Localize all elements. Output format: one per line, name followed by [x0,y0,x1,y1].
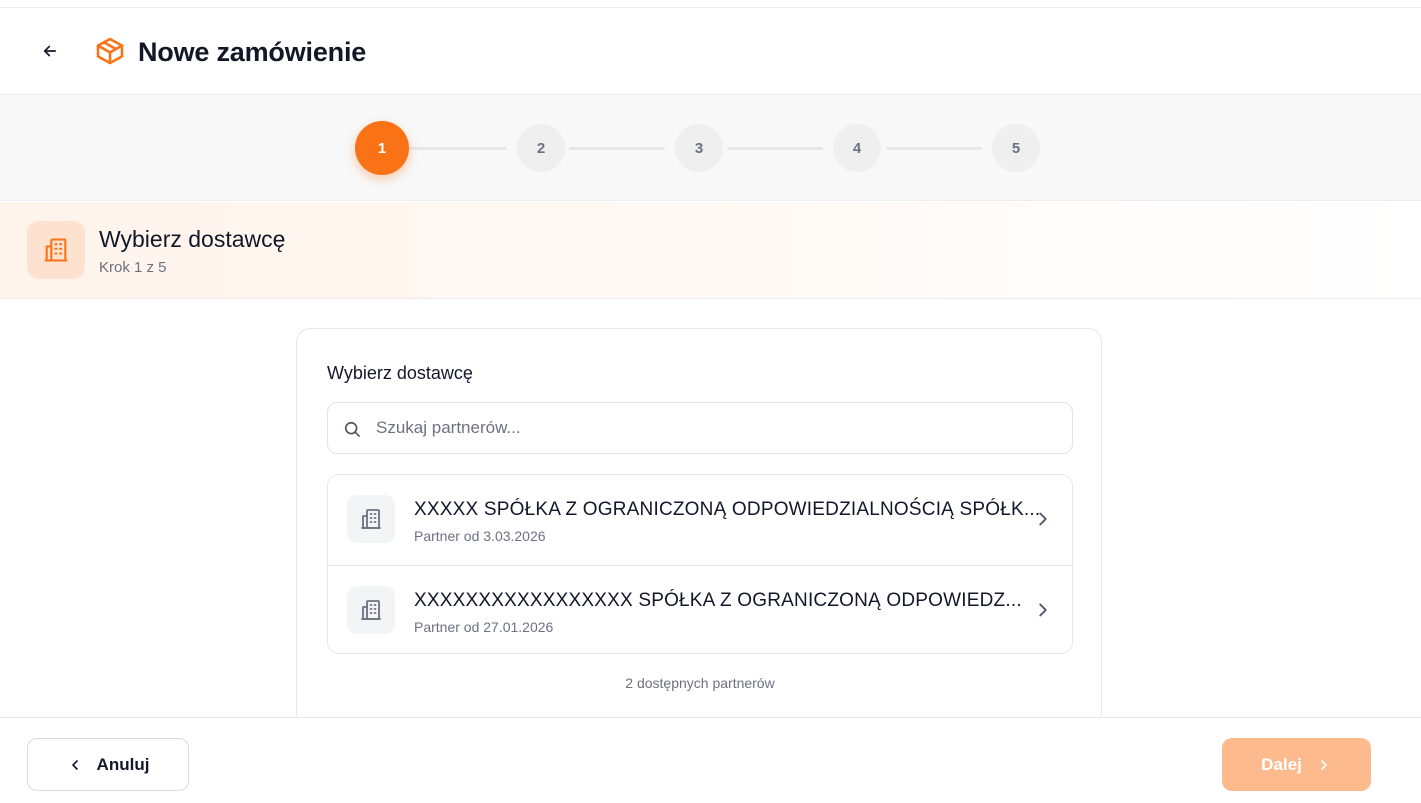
step-section-header: Wybierz dostawcę Krok 1 z 5 [0,202,1421,299]
partner-icon-badge [347,495,395,543]
building-icon [361,509,381,529]
chevron-right-icon [1321,759,1327,770]
step-connector [409,147,507,150]
step-1[interactable]: 1 [355,121,409,175]
chevron-right-icon [1039,603,1047,617]
section-title: Wybierz dostawcę [99,226,286,252]
supplier-card: Wybierz dostawcę XXXXX SPÓŁKA Z OGRANICZ… [296,328,1102,728]
stepper: 1 2 3 4 5 [0,95,1421,201]
chevron-left-icon [71,759,78,770]
search-input[interactable] [376,403,1056,453]
partner-name: XXXXX SPÓŁKA Z OGRANICZONĄ ODPOWIEDZIALN… [414,499,1041,520]
chevron-right-icon [1039,512,1047,526]
page-title: Nowe zamówienie [138,37,367,67]
building-icon [44,238,68,262]
step-connector [886,147,982,150]
step-connector [727,147,823,150]
step-connector [569,147,665,150]
step-3[interactable]: 3 [675,124,723,172]
search-box[interactable] [327,402,1073,454]
section-subtitle: Krok 1 z 5 [99,259,167,276]
arrow-left-icon [43,45,57,57]
partner-since: Partner od 3.03.2026 [414,528,546,544]
partner-row[interactable]: XXXXX SPÓŁKA Z OGRANICZONĄ ODPOWIEDZIALN… [328,475,1072,565]
partner-name: XXXXXXXXXXXXXXXXX SPÓŁKA Z OGRANICZONĄ O… [414,590,1022,611]
step-2[interactable]: 2 [517,124,565,172]
partner-icon-badge [347,586,395,634]
next-label: Dalej [1261,754,1302,774]
package-box-icon [96,37,124,65]
search-icon [344,421,360,437]
partner-list: XXXXX SPÓŁKA Z OGRANICZONĄ ODPOWIEDZIALN… [327,474,1073,654]
card-title: Wybierz dostawcę [327,363,473,383]
step-4[interactable]: 4 [833,124,881,172]
page-header: Nowe zamówienie [0,8,1421,95]
footer-bar: Anuluj Dalej [0,717,1421,803]
partner-row[interactable]: XXXXXXXXXXXXXXXXX SPÓŁKA Z OGRANICZONĄ O… [328,565,1072,653]
building-icon [361,600,381,620]
partner-since: Partner od 27.01.2026 [414,619,554,635]
step-5[interactable]: 5 [992,124,1040,172]
next-button[interactable]: Dalej [1222,738,1371,791]
section-icon-badge [27,221,85,279]
cancel-button[interactable]: Anuluj [27,738,189,791]
back-button[interactable] [34,37,66,65]
partner-count: 2 dostępnych partnerów [625,675,775,691]
cancel-label: Anuluj [96,754,150,774]
